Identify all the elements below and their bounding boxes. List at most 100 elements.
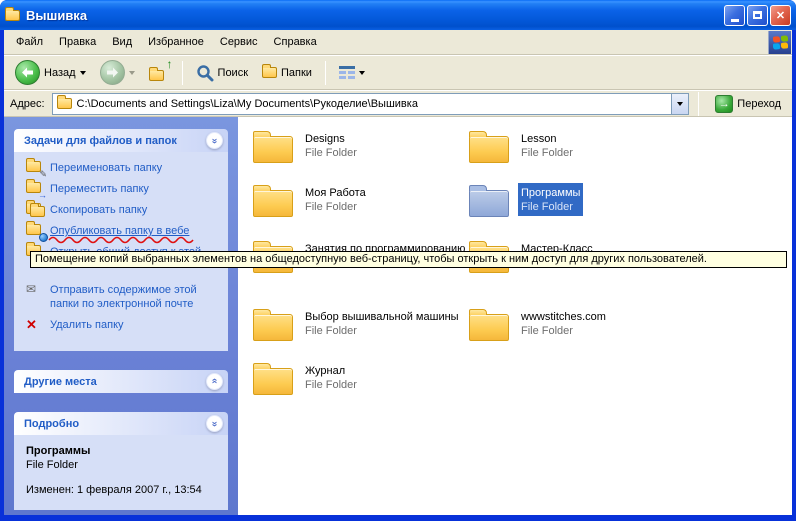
menu-item-favorites[interactable]: Избранное [140, 33, 212, 51]
client-area: Файл Правка Вид Избранное Сервис Справка… [4, 30, 792, 515]
windows-logo [768, 31, 791, 54]
task-publish-folder-web[interactable]: Опубликовать папку в вебе [26, 224, 222, 238]
sidebar: Задачи для файлов и папок » ✎ Переименов… [4, 117, 238, 515]
publish-folder-icon [26, 224, 43, 238]
minimize-icon [731, 19, 739, 22]
file-item-programmy[interactable]: Программы File Folder [468, 183, 673, 219]
menu-item-file[interactable]: Файл [8, 33, 51, 51]
delete-folder-icon: ✕ [26, 318, 43, 332]
folder-icon-selected [468, 183, 512, 219]
details-panel-body: Программы File Folder Изменен: 1 февраля… [14, 435, 228, 510]
details-panel: Подробно » Программы File Folder Изменен… [14, 412, 228, 510]
window-title: Вышивка [26, 8, 87, 23]
go-label: Переход [737, 98, 781, 110]
address-label: Адрес: [8, 98, 47, 110]
menu-item-help[interactable]: Справка [266, 33, 325, 51]
collapse-chevron-icon[interactable]: » [206, 415, 223, 432]
close-button[interactable]: ✕ [770, 5, 791, 26]
file-item-designs[interactable]: Designs File Folder [252, 129, 457, 165]
collapse-chevron-icon[interactable]: » [206, 132, 223, 149]
forward-icon [100, 60, 125, 85]
folders-button[interactable]: Папки [257, 64, 317, 82]
maximize-button[interactable] [747, 5, 768, 26]
views-icon [339, 66, 355, 80]
file-type: File Folder [305, 147, 357, 159]
task-move-folder[interactable]: → Переместить папку [26, 182, 222, 196]
go-button[interactable]: → Переход [708, 92, 788, 116]
file-name: Журнал [305, 365, 345, 377]
file-type: File Folder [521, 201, 573, 213]
address-dropdown-icon [677, 102, 683, 106]
email-folder-icon: ✉ [26, 283, 43, 297]
folder-icon [468, 129, 512, 165]
window-folder-icon [5, 10, 20, 21]
folder-icon [252, 129, 296, 165]
address-dropdown-button[interactable] [671, 94, 688, 114]
forward-button[interactable] [95, 57, 140, 88]
views-dropdown-icon [359, 71, 365, 75]
window-body: Задачи для файлов и папок » ✎ Переименов… [4, 117, 792, 515]
tasks-panel: Задачи для файлов и папок » ✎ Переименов… [14, 129, 228, 351]
folder-icon [468, 307, 512, 343]
explorer-window: Вышивка ✕ Файл Правка Вид Избранное Серв… [0, 0, 796, 521]
expand-chevron-icon[interactable]: » [206, 373, 223, 390]
file-item-lesson[interactable]: Lesson File Folder [468, 129, 673, 165]
file-list-area: Designs File Folder Lesson File Folder Моя… [238, 117, 792, 515]
file-name: Designs [305, 133, 345, 145]
forward-dropdown-icon [129, 71, 135, 75]
other-places-panel-title: Другие места [24, 376, 97, 388]
task-rename-folder[interactable]: ✎ Переименовать папку [26, 161, 222, 175]
task-copy-folder[interactable]: Скопировать папку [26, 203, 222, 217]
folder-icon [252, 307, 296, 343]
maximize-icon [753, 11, 762, 19]
task-delete-folder[interactable]: ✕ Удалить папку [26, 318, 222, 332]
search-button[interactable]: Поиск [191, 61, 253, 85]
file-item-moya-rabota[interactable]: Моя Работа File Folder [252, 183, 457, 219]
go-icon: → [715, 95, 733, 113]
menu-item-edit[interactable]: Правка [51, 33, 104, 51]
details-name: Программы [26, 445, 220, 457]
tasks-panel-title: Задачи для файлов и папок [24, 135, 177, 147]
file-item-zhurnal[interactable]: Журнал File Folder [252, 361, 457, 397]
tasks-panel-header[interactable]: Задачи для файлов и папок » [14, 129, 228, 152]
file-type: File Folder [521, 147, 573, 159]
address-combobox[interactable]: C:\Documents and Settings\Liza\My Docume… [52, 93, 690, 115]
views-button[interactable] [334, 63, 370, 83]
file-name: Моя Работа [305, 187, 366, 199]
file-type: File Folder [305, 379, 357, 391]
file-name: wwwstitches.com [521, 311, 606, 323]
toolbar-separator [325, 61, 326, 85]
task-email-folder[interactable]: ✉ Отправить содержимое этой папки по эле… [26, 283, 222, 311]
details-panel-header[interactable]: Подробно » [14, 412, 228, 435]
file-type: File Folder [305, 325, 357, 337]
search-label: Поиск [218, 67, 248, 79]
file-item-wwwstitches[interactable]: wwwstitches.comFile Folder [468, 307, 673, 343]
file-name: Lesson [521, 133, 556, 145]
copy-folder-icon [26, 203, 43, 217]
addressbar-separator [698, 92, 699, 116]
minimize-button[interactable] [724, 5, 745, 26]
details-panel-title: Подробно [24, 418, 79, 430]
folders-label: Папки [281, 67, 312, 79]
menu-item-tools[interactable]: Сервис [212, 33, 266, 51]
back-button[interactable]: Назад [10, 57, 91, 88]
titlebar: Вышивка ✕ [0, 0, 796, 30]
address-folder-icon [57, 98, 72, 109]
other-places-panel-header[interactable]: Другие места » [14, 370, 228, 393]
toolbar: Назад ↑ Поиск Папки [4, 55, 792, 90]
back-label: Назад [44, 67, 76, 79]
menu-item-view[interactable]: Вид [104, 33, 140, 51]
folder-icon [252, 361, 296, 397]
file-name: Программы [521, 187, 580, 199]
folder-icon [252, 183, 296, 219]
back-dropdown-icon [80, 71, 86, 75]
toolbar-separator [182, 61, 183, 85]
file-item-vybor-vyshivalnoy-mashiny[interactable]: Выбор вышивальной машины File Folder [252, 307, 457, 343]
file-name: Выбор вышивальной машины [305, 311, 459, 323]
move-folder-icon: → [26, 182, 43, 196]
file-type: File Folder [305, 201, 357, 213]
details-type: File Folder [26, 459, 220, 471]
up-button[interactable]: ↑ [144, 62, 174, 84]
search-icon [196, 64, 214, 82]
folder-up-icon: ↑ [149, 65, 169, 81]
